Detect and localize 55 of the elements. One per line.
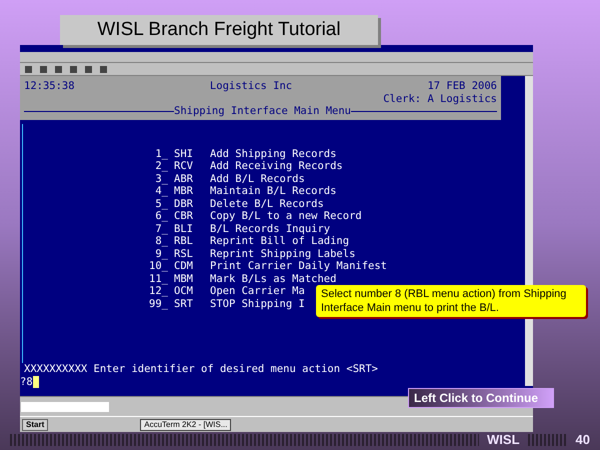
taskbar-task[interactable]: AccuTerm 2K2 - [WIS... (140, 418, 232, 430)
menu-number: 1_ (154, 148, 168, 160)
menu-number: 5_ (154, 198, 168, 210)
menu-number: 12_ (148, 285, 168, 298)
menu-option[interactable]: Copy B/L to a new Record (210, 210, 362, 222)
menu-option[interactable]: Maintain B/L Records (210, 185, 336, 198)
menu-option[interactable]: Add Shipping Records (210, 148, 336, 160)
menu-code: CBR (173, 210, 194, 222)
menu-number: 6_ (154, 210, 168, 222)
slide-title: WISL Branch Freight Tutorial (60, 15, 378, 45)
menu-option[interactable]: STOP Shipping I (210, 298, 305, 310)
menu-code: OCM (173, 285, 194, 298)
menu-number: 8_ (154, 235, 168, 248)
menu-option[interactable]: Mark B/Ls as Matched (210, 272, 336, 285)
menu-number: 2_ (154, 160, 168, 172)
menu-code: MBR (173, 185, 194, 198)
clerk-text: Clerk: A Logistics (383, 92, 497, 105)
date-text: 17 FEB 2006 (427, 80, 497, 92)
menu-option[interactable]: Reprint Bill of Lading (210, 235, 350, 248)
menu-code: RSL (173, 248, 194, 260)
menu-option[interactable]: Delete B/L Records (210, 198, 324, 210)
menu-number: 11_ (148, 272, 168, 285)
company-name: Logistics Inc (210, 80, 292, 92)
callout-tooltip: Select number 8 (RBL menu action) from Shipping Interface Main menu to print the B/L. (316, 285, 586, 317)
menu-code: DBR (173, 198, 194, 210)
menu-number: 10_ (148, 260, 168, 272)
cursor (32, 376, 39, 388)
menu-code: SRT (173, 298, 194, 310)
menu-code: RCV (173, 160, 194, 172)
menu-code: ABR (173, 172, 194, 185)
menu-number: 7_ (154, 222, 168, 235)
footer-stripes (528, 434, 568, 446)
menu-number: 4_ (154, 185, 168, 198)
continue-button[interactable]: Left Click to Continue (408, 388, 554, 408)
start-button[interactable]: Start (22, 418, 48, 430)
menu-code: RBL (173, 235, 194, 248)
prompt-text: XXXXXXXXXX Enter identifier of desired menu action <SRT> (23, 363, 380, 376)
menu-title: Shipping Interface Main Menu (174, 105, 352, 118)
menu-option[interactable]: Open Carrier Ma (210, 285, 305, 298)
command-input[interactable]: ?8 (20, 376, 33, 388)
menu-option[interactable]: Add Receiving Records (210, 160, 343, 172)
menu-code: BLI (173, 222, 194, 235)
page-number: 40 (576, 431, 590, 450)
menu-number: 9_ (154, 248, 168, 260)
menu-option[interactable]: B/L Records Inquiry (210, 222, 330, 235)
footer-brand: WISL (487, 431, 520, 450)
menu-option[interactable]: Reprint Shipping Labels (210, 248, 356, 260)
menu-code: SHI (173, 148, 194, 160)
menu-number: 3_ (154, 172, 168, 185)
menu-code: MBM (173, 272, 194, 285)
menu-option[interactable]: Print Carrier Daily Manifest (210, 260, 388, 272)
menu-code: CDM (173, 260, 194, 272)
menu-option[interactable]: Add B/L Records (210, 172, 305, 185)
clock-text: 12:35:38 (24, 80, 75, 92)
menu-number: 99_ (148, 298, 168, 310)
